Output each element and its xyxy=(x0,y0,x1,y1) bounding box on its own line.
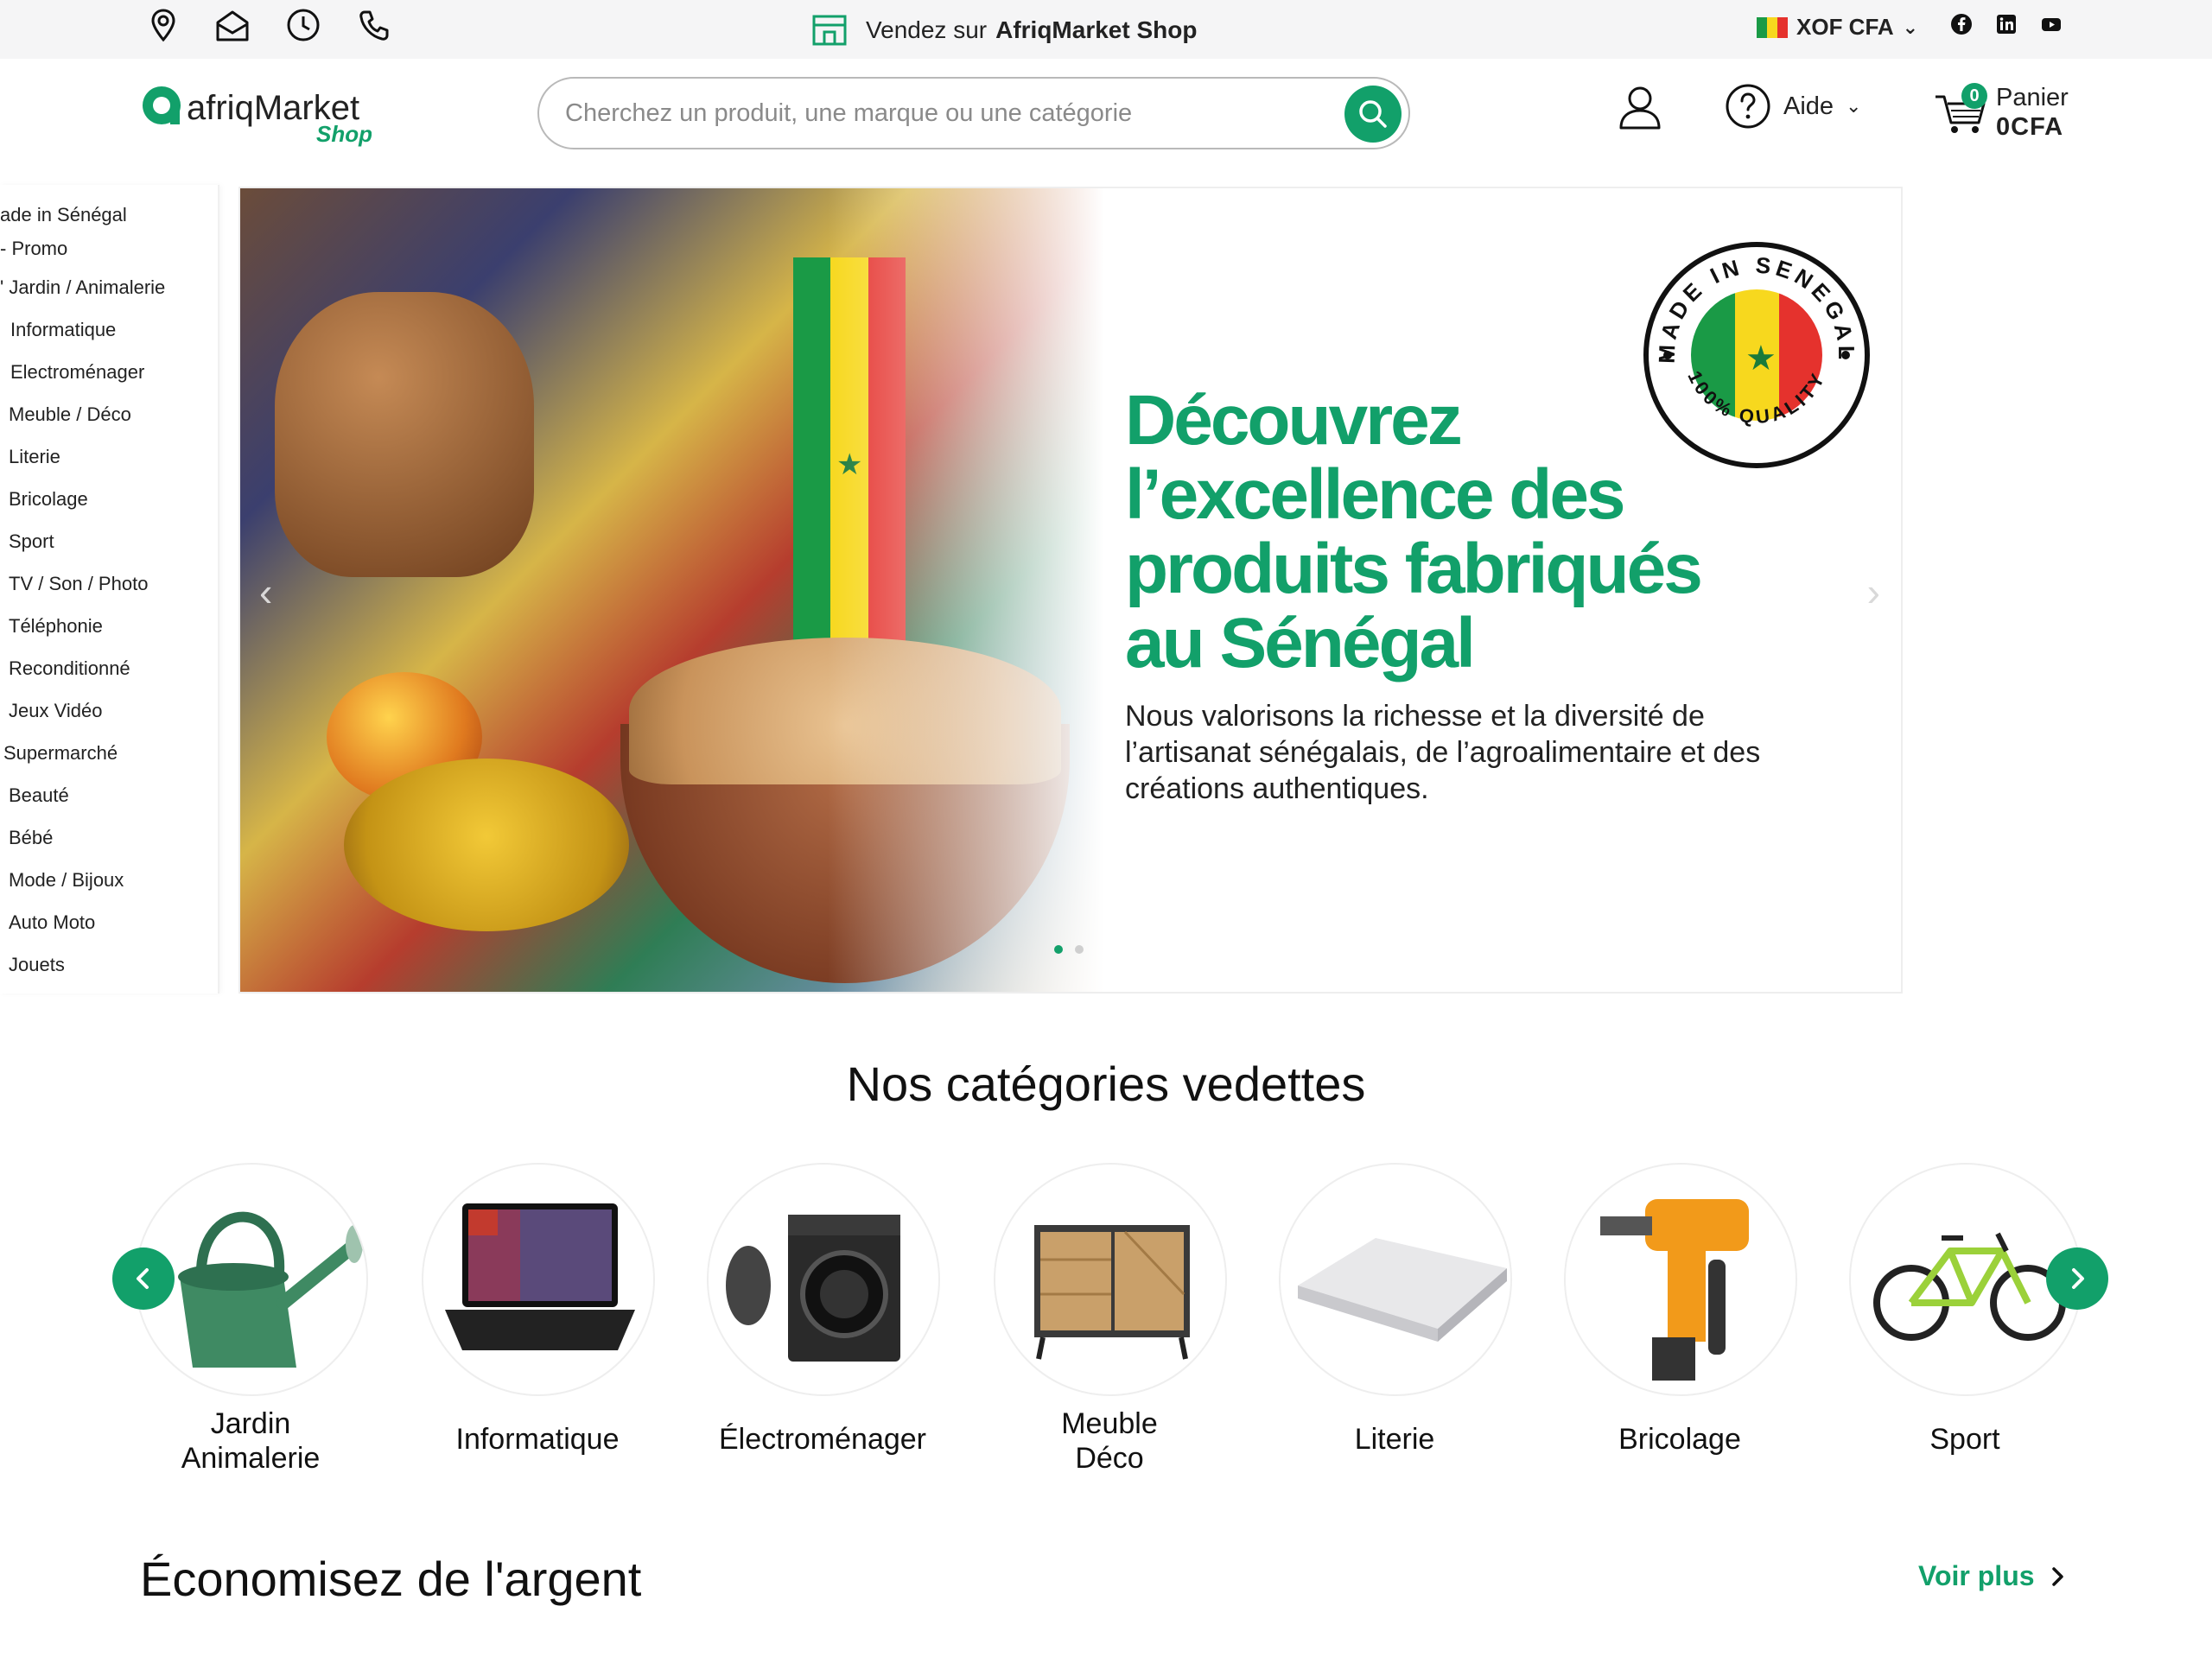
chevron-left-icon xyxy=(137,1268,149,1289)
sidebar-item[interactable]: TV / Son / Photo xyxy=(0,562,218,605)
banner-pagination xyxy=(1054,945,1084,954)
drill-image xyxy=(1564,1163,1797,1396)
user-account-icon[interactable] xyxy=(1616,83,1664,131)
category-label-line1: Jardin xyxy=(210,1407,291,1440)
category-card-meuble[interactable]: Meuble Déco xyxy=(963,1163,1227,1475)
washing-machine-image xyxy=(707,1163,940,1396)
youtube-icon[interactable] xyxy=(2039,12,2063,36)
featured-categories-title: Nos catégories vedettes xyxy=(846,1057,1366,1111)
sidebar-item[interactable]: Bricolage xyxy=(0,478,218,520)
laptop-image xyxy=(422,1163,655,1396)
logo-sub: Shop xyxy=(316,121,372,147)
help-menu[interactable]: Aide ⌄ xyxy=(1725,83,1861,130)
category-card-informatique[interactable]: Informatique xyxy=(391,1163,655,1474)
see-more-label: Voir plus xyxy=(1918,1560,2035,1591)
banner-subline: Nous valorisons la richesse et la divers… xyxy=(1125,700,1761,805)
banner-dot[interactable] xyxy=(1075,945,1084,954)
category-label-line1: Bricolage xyxy=(1618,1423,1741,1456)
sidebar-item[interactable]: Literie xyxy=(0,435,218,478)
svg-text:★: ★ xyxy=(1745,339,1777,378)
leather-shoe-image xyxy=(275,292,534,577)
sidebar-item[interactable]: Meuble / Déco xyxy=(0,393,218,435)
sidebar-item[interactable]: ade in Sénégal xyxy=(0,199,218,232)
categories-prev-button[interactable] xyxy=(112,1247,175,1310)
sidebar-item[interactable]: Mode / Bijoux xyxy=(0,859,218,901)
search-button[interactable] xyxy=(1344,86,1402,143)
chevron-right-icon xyxy=(2072,1268,2084,1289)
phone-icon[interactable] xyxy=(354,5,394,45)
storefront-icon xyxy=(812,15,847,46)
sidebar-item[interactable]: - Promo xyxy=(0,232,218,266)
category-label-line1: Meuble xyxy=(1061,1407,1158,1440)
category-label-line2: Déco xyxy=(1075,1442,1144,1475)
sidebar-item[interactable]: Informatique xyxy=(0,308,218,351)
cart-summary[interactable]: Panier 0CFA xyxy=(1996,83,2069,142)
senegal-products-collage: ★ xyxy=(240,188,1104,992)
mattress-image xyxy=(1279,1163,1512,1396)
search-bar xyxy=(537,77,1410,149)
hero-banner[interactable]: ★ ‹ › Découvrez l’excellence des produit… xyxy=(238,187,1903,994)
category-card-electromenager[interactable]: Électroménager xyxy=(676,1163,940,1474)
search-icon xyxy=(1359,100,1387,128)
chevron-down-icon: ⌄ xyxy=(1846,95,1862,117)
sell-on-link[interactable]: Vendez sur AfriqMarket Shop xyxy=(810,12,1197,48)
cart-count-badge: 0 xyxy=(1961,83,1987,109)
help-circle-icon xyxy=(1726,84,1770,129)
sell-prefix: Vendez sur xyxy=(866,16,988,43)
category-label-line1: Électroménager xyxy=(718,1423,926,1456)
made-in-senegal-badge: ★ MADE IN SENEGAL 100% QUALITY xyxy=(1643,242,1870,468)
sidebar-item[interactable]: Téléphonie xyxy=(0,605,218,647)
facebook-icon[interactable] xyxy=(1949,12,1974,36)
currency-selector[interactable]: XOF CFA ⌄ xyxy=(1757,14,1918,41)
location-pin-icon[interactable] xyxy=(143,5,183,45)
sidebar-item[interactable]: Bébé xyxy=(0,816,218,859)
category-label-line2: Animalerie xyxy=(181,1442,321,1475)
search-input[interactable] xyxy=(565,92,1325,134)
sidebar-item[interactable]: Auto Moto xyxy=(0,901,218,943)
sidebar-item[interactable]: Electroménager xyxy=(0,351,218,393)
afriqmarket-logo[interactable]: afriqMarket Shop xyxy=(138,81,372,150)
category-card-literie[interactable]: Literie xyxy=(1248,1163,1512,1474)
cart-amount: 0CFA xyxy=(1996,113,2064,141)
couscous-spoon-image xyxy=(344,759,629,931)
category-label-line1: Informatique xyxy=(455,1423,620,1456)
categories-next-button[interactable] xyxy=(2046,1247,2108,1310)
banner-dot[interactable] xyxy=(1054,945,1063,954)
sidebar-item[interactable]: Supermarché xyxy=(0,732,218,774)
top-bar: Vendez sur AfriqMarket Shop XOF CFA ⌄ xyxy=(0,0,2212,59)
mail-icon[interactable] xyxy=(213,5,252,45)
category-card-bricolage[interactable]: Bricolage xyxy=(1533,1163,1797,1474)
clock-icon[interactable] xyxy=(283,5,323,45)
see-more-link[interactable]: Voir plus xyxy=(1918,1560,2069,1592)
category-label-line1: Sport xyxy=(1929,1423,2000,1456)
peanuts-image xyxy=(629,638,1061,784)
dresser-image xyxy=(994,1163,1227,1396)
cart-label: Panier xyxy=(1996,84,2069,111)
chevron-right-icon xyxy=(2051,1566,2063,1586)
currency-label: XOF CFA xyxy=(1796,14,1894,40)
banner-prev-arrow[interactable]: ‹ xyxy=(259,568,272,615)
category-sidebar: ade in Sénégal - Promo ' Jardin / Animal… xyxy=(0,185,219,994)
linkedin-icon[interactable] xyxy=(1994,12,2018,36)
sidebar-item[interactable]: Sport xyxy=(0,520,218,562)
sidebar-item[interactable]: Jouets xyxy=(0,943,218,986)
chevron-down-icon: ⌄ xyxy=(1902,16,1919,38)
sidebar-item[interactable]: ' Jardin / Animalerie xyxy=(0,266,218,308)
sidebar-item[interactable]: Beauté xyxy=(0,774,218,816)
sidebar-item[interactable]: Reconditionné xyxy=(0,647,218,689)
banner-next-arrow[interactable]: › xyxy=(1867,568,1880,615)
sell-brand: AfriqMarket Shop xyxy=(995,16,1198,43)
category-card-sport[interactable]: Sport xyxy=(1818,1163,2082,1474)
savings-section-title: Économisez de l'argent xyxy=(140,1552,642,1606)
sidebar-item[interactable]: Jeux Vidéo xyxy=(0,689,218,732)
category-card-jardin[interactable]: Jardin Animalerie xyxy=(104,1163,368,1475)
senegal-flag-icon xyxy=(1757,16,1788,38)
help-label: Aide xyxy=(1783,92,1834,120)
category-label-line1: Literie xyxy=(1354,1423,1435,1456)
